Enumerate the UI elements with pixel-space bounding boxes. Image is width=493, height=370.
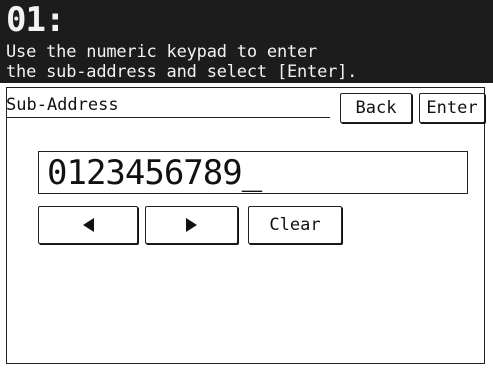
sub-address-input[interactable]: 0123456789_	[38, 151, 468, 194]
sub-address-value: 0123456789_	[47, 152, 262, 193]
page-title: 01:	[6, 0, 65, 40]
header-panel: 01: Use the numeric keypad to enter the …	[0, 0, 493, 83]
fax-sub-address-screen: 01: Use the numeric keypad to enter the …	[0, 0, 493, 370]
sub-address-label: Sub-Address	[6, 95, 119, 115]
sub-address-label-underline	[6, 117, 330, 118]
cursor-left-button[interactable]	[38, 206, 138, 244]
back-button[interactable]: Back	[340, 93, 412, 123]
right-arrow-icon	[186, 218, 197, 232]
instruction-line-2: the sub-address and select [Enter].	[6, 62, 358, 82]
enter-button[interactable]: Enter	[419, 93, 485, 123]
left-arrow-icon	[82, 218, 94, 232]
clear-button[interactable]: Clear	[248, 206, 342, 244]
cursor-right-button[interactable]	[145, 206, 238, 244]
instruction-line-1: Use the numeric keypad to enter	[6, 42, 318, 62]
